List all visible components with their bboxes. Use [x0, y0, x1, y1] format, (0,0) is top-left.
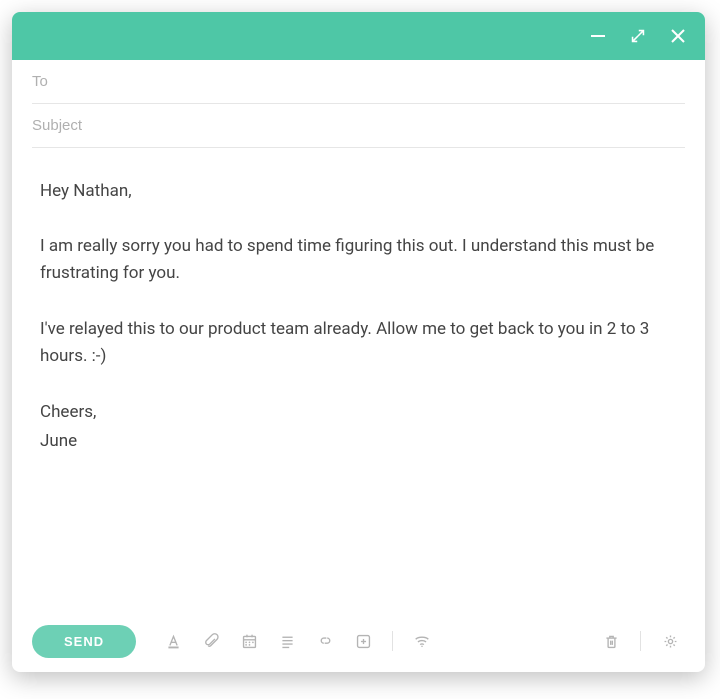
- body-closing: Cheers, June: [40, 398, 677, 456]
- trash-icon: [603, 633, 620, 650]
- footer-toolbar: SEND: [12, 610, 705, 672]
- body-paragraph-1: I am really sorry you had to spend time …: [40, 233, 677, 287]
- to-row: [32, 60, 685, 104]
- body-greeting: Hey Nathan,: [40, 178, 677, 205]
- list-icon: [279, 633, 296, 650]
- body-paragraph-2: I've relayed this to our product team al…: [40, 316, 677, 370]
- settings-button[interactable]: [655, 626, 685, 656]
- link-icon: [317, 633, 334, 650]
- subject-row: [32, 104, 685, 148]
- toolbar-divider-1: [392, 631, 393, 651]
- calendar-icon: [241, 633, 258, 650]
- closing-text: Cheers,: [40, 402, 96, 422]
- expand-button[interactable]: [629, 27, 647, 45]
- wifi-button[interactable]: [407, 626, 437, 656]
- insert-icon: [355, 633, 372, 650]
- link-button[interactable]: [310, 626, 340, 656]
- trash-button[interactable]: [596, 626, 626, 656]
- minimize-icon: [589, 27, 607, 45]
- send-button[interactable]: SEND: [32, 625, 136, 658]
- list-button[interactable]: [272, 626, 302, 656]
- attachment-icon: [203, 633, 220, 650]
- toolbar-divider-2: [640, 631, 641, 651]
- gear-icon: [662, 633, 679, 650]
- compose-window: Hey Nathan, I am really sorry you had to…: [12, 12, 705, 672]
- close-button[interactable]: [669, 27, 687, 45]
- header-fields: [12, 60, 705, 148]
- minimize-button[interactable]: [589, 27, 607, 45]
- signature-text: June: [40, 431, 77, 451]
- titlebar: [12, 12, 705, 60]
- expand-icon: [631, 29, 645, 43]
- message-body[interactable]: Hey Nathan, I am really sorry you had to…: [12, 148, 705, 610]
- to-input[interactable]: [32, 73, 685, 90]
- close-icon: [669, 27, 687, 45]
- subject-input[interactable]: [32, 117, 685, 134]
- attachment-button[interactable]: [196, 626, 226, 656]
- text-color-icon: [165, 633, 182, 650]
- text-color-button[interactable]: [158, 626, 188, 656]
- insert-button[interactable]: [348, 626, 378, 656]
- calendar-button[interactable]: [234, 626, 264, 656]
- wifi-icon: [413, 632, 431, 650]
